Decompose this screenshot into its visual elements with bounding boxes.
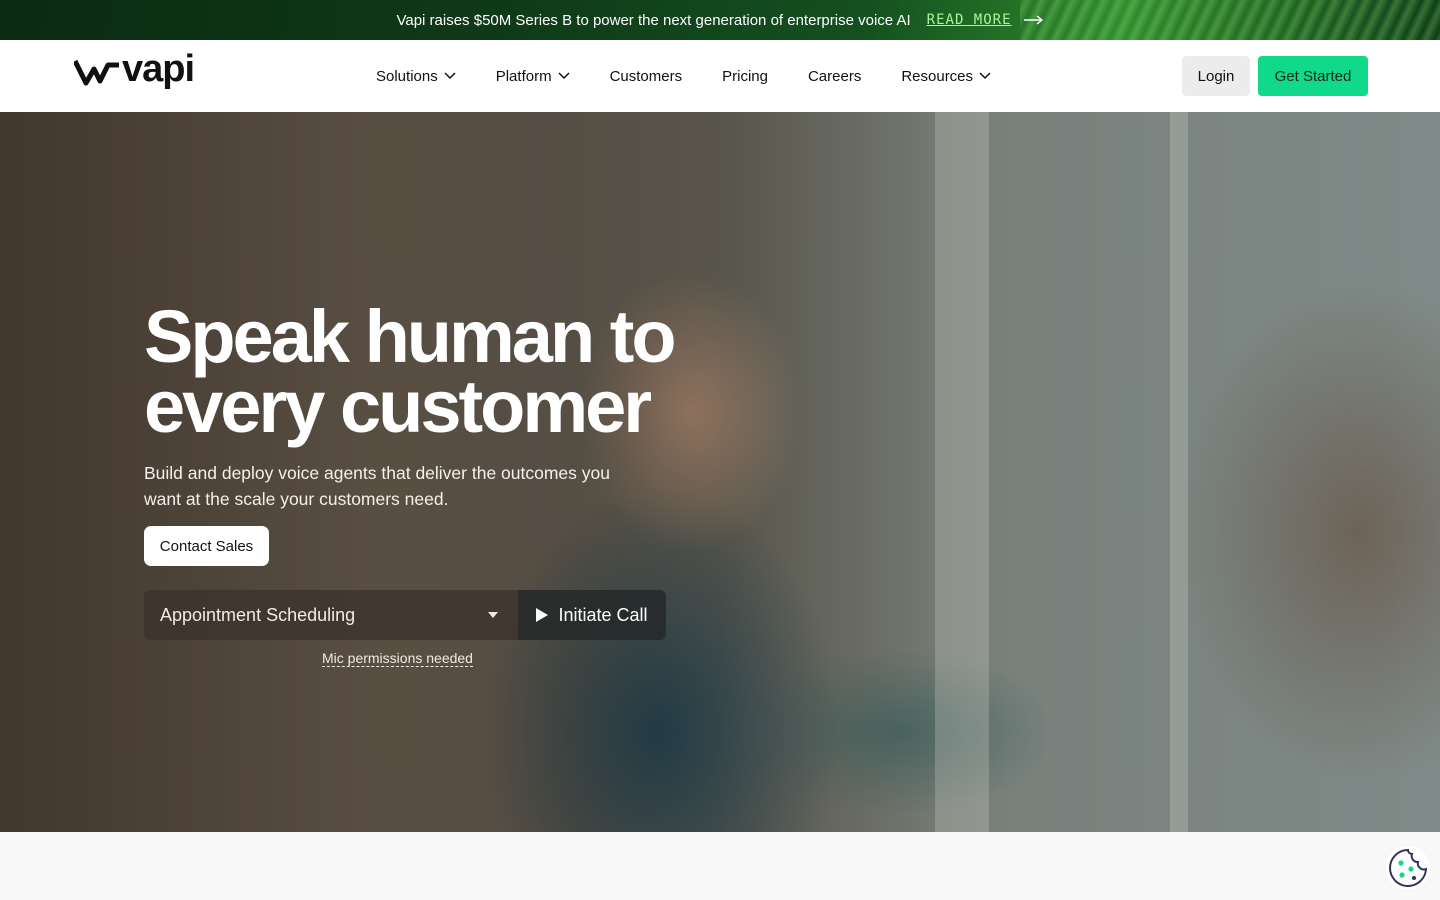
- demo-call-widget: Appointment Scheduling Initiate Call: [144, 590, 666, 640]
- hero-subtitle: Build and deploy voice agents that deliv…: [144, 463, 610, 509]
- nav-careers[interactable]: Careers: [808, 68, 861, 85]
- nav-careers-label: Careers: [807, 67, 862, 85]
- get-started-button[interactable]: Get Started: [1258, 56, 1368, 96]
- logo-wordmark: vapi: [122, 48, 195, 90]
- hero-title: Speak human to every customer: [144, 300, 764, 444]
- nav-resources-label: Resources: [901, 67, 974, 85]
- use-case-selected-value: Appointment Scheduling: [160, 604, 356, 625]
- cookie-icon: [1389, 848, 1428, 887]
- caret-down-icon: [488, 612, 498, 618]
- nav-pricing-label: Pricing: [722, 67, 768, 85]
- vapi-logo[interactable]: vapi: [74, 50, 195, 88]
- arrow-right-icon: [1023, 15, 1043, 25]
- initiate-call-button[interactable]: Initiate Call: [518, 590, 666, 640]
- nav-resources[interactable]: Resources: [901, 68, 991, 85]
- nav-pricing[interactable]: Pricing: [722, 68, 768, 85]
- nav-platform[interactable]: Platform: [496, 68, 570, 85]
- nav-customers[interactable]: Customers: [610, 68, 683, 85]
- nav-platform-label: Platform: [495, 67, 552, 85]
- chevron-down-icon: [979, 72, 991, 80]
- login-button[interactable]: Login: [1182, 56, 1250, 96]
- read-more-label: READ MORE: [926, 12, 1012, 28]
- announcement-bar: Vapi raises $50M Series B to power the n…: [0, 0, 1440, 40]
- use-case-select[interactable]: Appointment Scheduling: [144, 590, 518, 640]
- main-nav: Solutions Platform Customers Pricing Car…: [376, 40, 991, 112]
- play-icon: [536, 608, 549, 622]
- nav-customers-label: Customers: [609, 67, 683, 85]
- contact-sales-button[interactable]: Contact Sales: [144, 526, 269, 566]
- cookie-settings-button[interactable]: [1386, 846, 1430, 890]
- nav-solutions-label: Solutions: [376, 67, 438, 85]
- hero-title-line-2: every customer: [144, 365, 652, 448]
- read-more-link[interactable]: READ MORE: [927, 12, 1044, 28]
- nav-solutions[interactable]: Solutions: [376, 68, 456, 85]
- hero-section: Speak human to every customer Build and …: [0, 112, 1440, 832]
- chevron-down-icon: [558, 72, 570, 80]
- content-below-hero: [0, 832, 1440, 900]
- site-header: vapi Solutions Platform Customers Pricin…: [0, 40, 1440, 112]
- announcement-text: Vapi raises $50M Series B to power the n…: [396, 11, 911, 29]
- initiate-call-label: Initiate Call: [558, 604, 648, 625]
- mic-permissions-link[interactable]: Mic permissions needed: [322, 650, 473, 667]
- chevron-down-icon: [444, 72, 456, 80]
- vapi-wave-logo-icon: [74, 59, 119, 86]
